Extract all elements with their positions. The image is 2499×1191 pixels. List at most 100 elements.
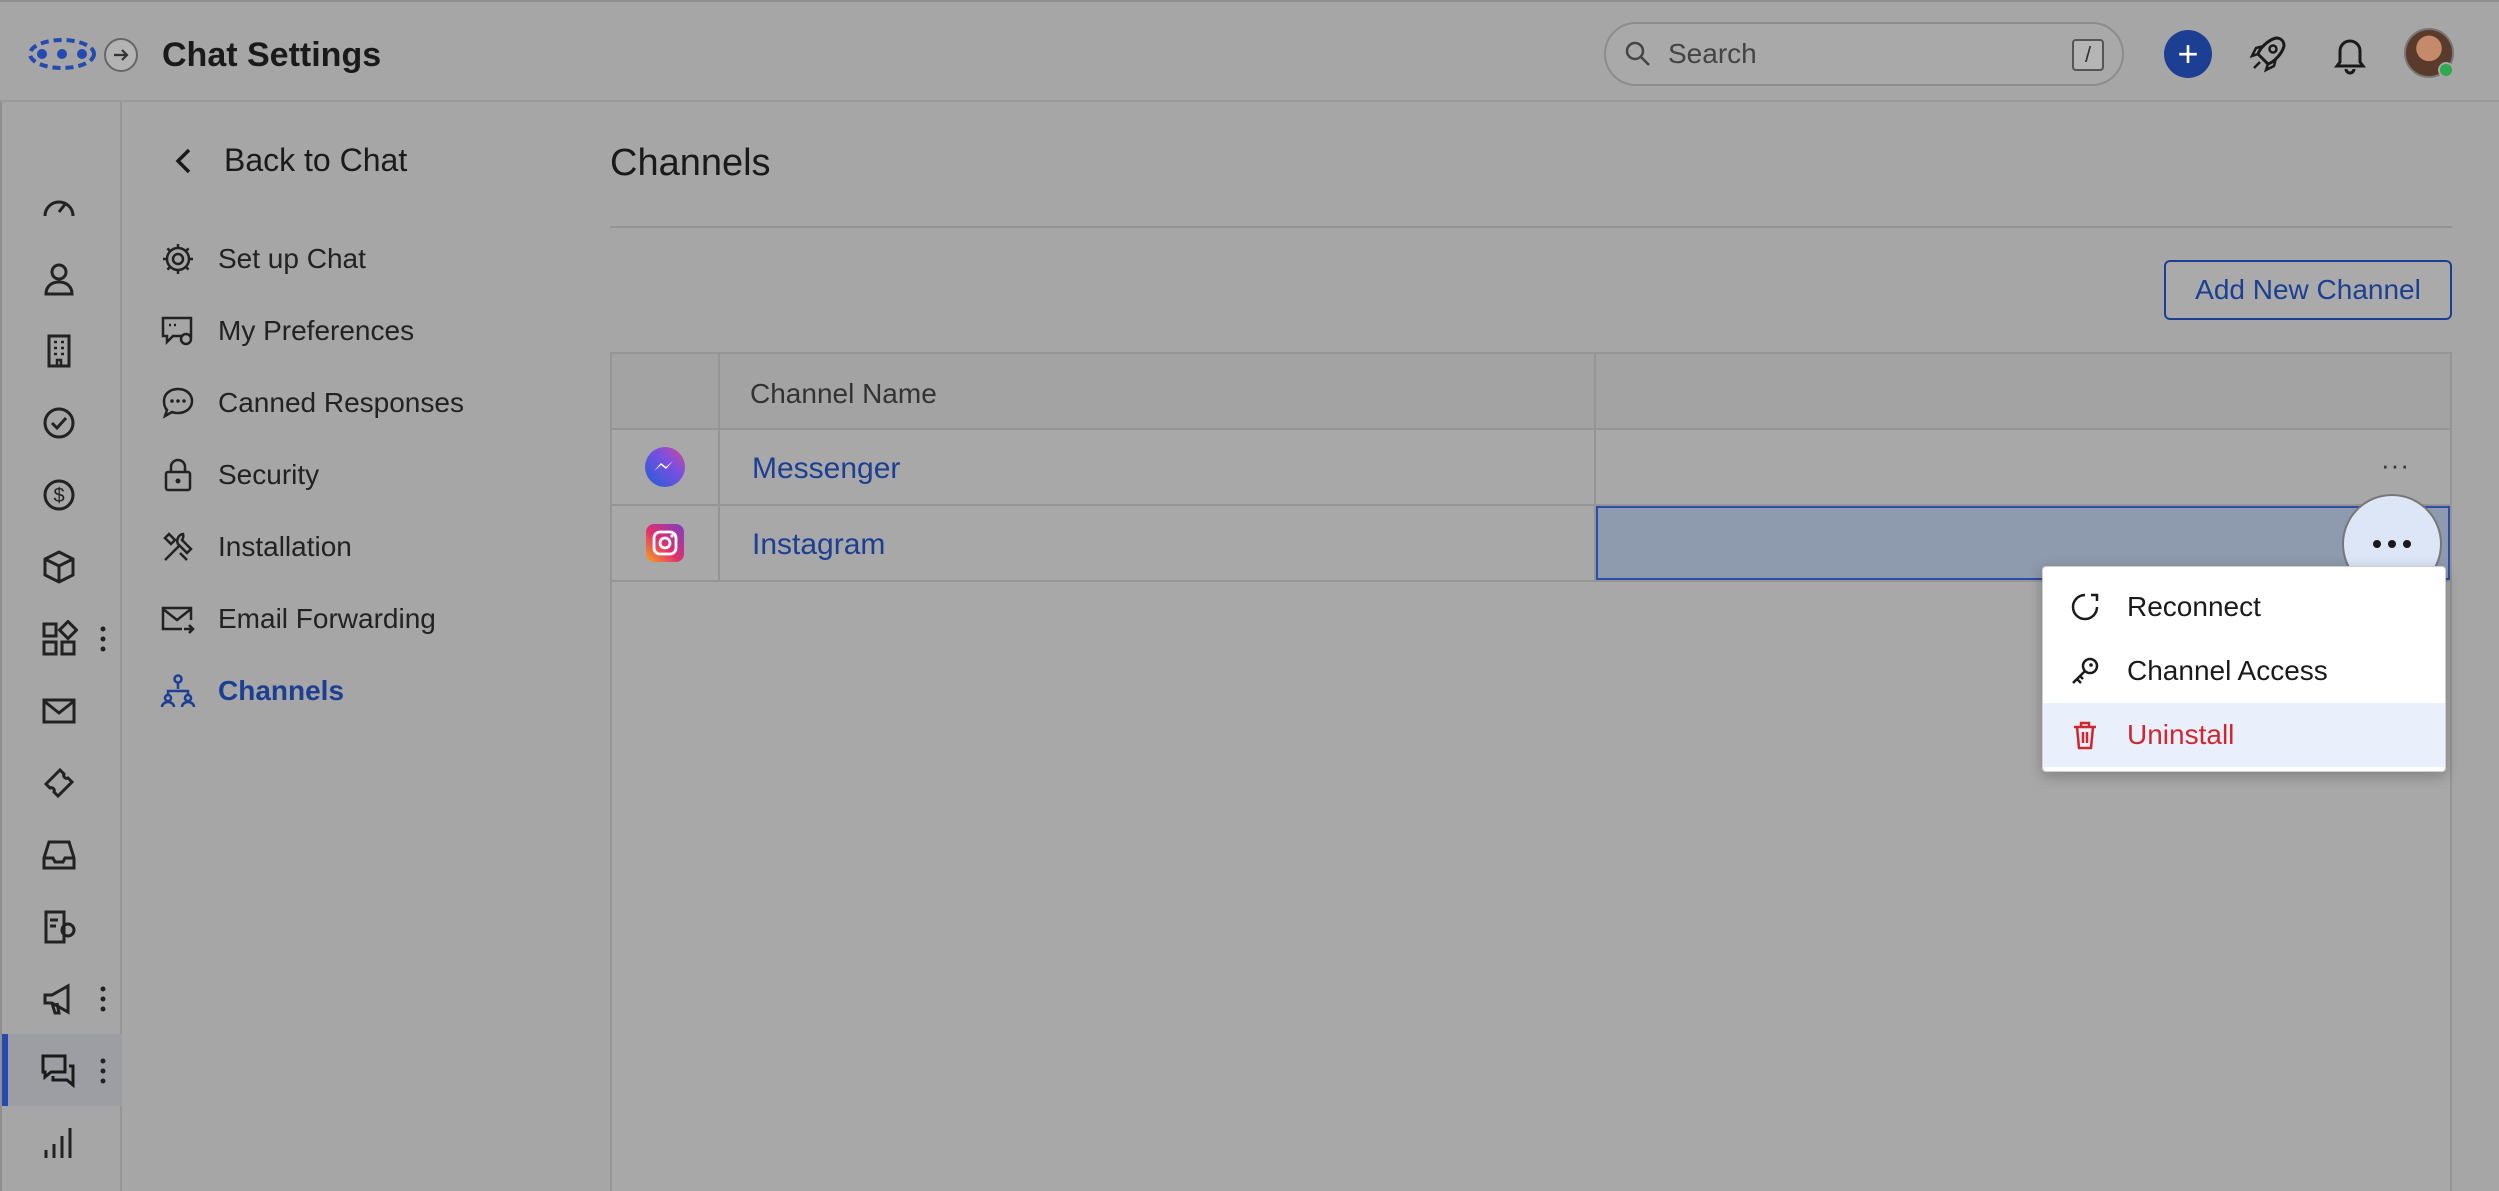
table-row[interactable]: Messenger ··· <box>612 430 2450 506</box>
table-header-actions-col <box>1596 354 2450 430</box>
dot-icon <box>2373 540 2381 548</box>
sidebar-item-label: Channels <box>218 675 345 706</box>
sidebar-item-installation[interactable]: Installation <box>160 522 352 572</box>
page-title: Chat Settings <box>162 36 382 74</box>
arrow-right-icon <box>114 49 129 61</box>
expand-sidebar-button[interactable] <box>104 38 138 72</box>
rail-dashboard[interactable] <box>2 170 122 242</box>
products-icon <box>43 550 75 584</box>
contacts-icon <box>44 263 74 296</box>
title-divider <box>610 226 2452 228</box>
mail-forward-icon <box>161 606 195 634</box>
back-to-chat-link[interactable]: Back to Chat <box>170 142 407 179</box>
sidebar-item-label: Installation <box>218 531 352 562</box>
instagram-icon <box>646 524 684 562</box>
channel-name-cell: Messenger <box>720 430 1596 504</box>
create-button[interactable]: + <box>2164 30 2212 78</box>
key-icon <box>2072 657 2099 684</box>
rail-products[interactable] <box>2 530 122 602</box>
sidebar-item-canned-responses[interactable]: Canned Responses <box>160 378 464 428</box>
menu-item-reconnect[interactable]: Reconnect <box>2043 575 2445 639</box>
channels-icon <box>160 674 196 708</box>
menu-item-label: Uninstall <box>2127 719 2235 750</box>
sidebar-item-security[interactable]: Security <box>160 450 319 500</box>
menu-item-channel-access[interactable]: Channel Access <box>2043 639 2445 703</box>
gear-icon <box>163 244 193 274</box>
rail-tickets[interactable] <box>2 746 122 818</box>
sidebar-item-label: Canned Responses <box>218 387 464 418</box>
section-title: Channels <box>610 142 771 184</box>
reconnect-icon <box>2071 593 2099 621</box>
rail-campaigns[interactable] <box>2 962 122 1034</box>
search-box[interactable]: / <box>1604 22 2124 86</box>
rail-reports[interactable] <box>2 1106 122 1178</box>
notifications-bell-icon[interactable] <box>2328 32 2372 76</box>
rail-email[interactable] <box>2 674 122 746</box>
rail-tasks[interactable] <box>2 386 122 458</box>
rail-deals[interactable]: $ <box>2 458 122 530</box>
column-header-label: Channel Name <box>750 378 937 409</box>
table-header-icon-col <box>612 354 720 430</box>
search-shortcut-badge: / <box>2072 39 2104 71</box>
top-bar: Chat Settings / + <box>0 0 2499 102</box>
channel-name-cell: Instagram <box>720 506 1596 580</box>
companies-icon <box>47 334 71 368</box>
settings-sidebar: Back to Chat Set up Chat My Preferences … <box>124 102 604 1191</box>
sidebar-item-label: My Preferences <box>218 315 415 346</box>
kebab-menu-icon[interactable] <box>98 1056 108 1086</box>
deals-icon: $ <box>43 479 75 511</box>
rail-chat[interactable] <box>2 1034 122 1106</box>
tickets-icon <box>43 767 75 799</box>
sidebar-item-my-preferences[interactable]: My Preferences <box>160 306 414 356</box>
sidebar-item-label: Security <box>218 459 320 490</box>
user-avatar[interactable] <box>2404 28 2454 78</box>
rail-more[interactable] <box>2 1178 122 1191</box>
apps-icon <box>42 620 78 656</box>
rail-apps[interactable] <box>2 602 122 674</box>
svg-text:$: $ <box>53 485 64 507</box>
app-nav-rail: $ <box>0 102 122 1191</box>
add-new-channel-button[interactable]: Add New Channel <box>2164 260 2452 320</box>
messenger-icon <box>645 447 685 487</box>
channel-actions-menu: Reconnect Channel Access Uninstall <box>2042 566 2446 772</box>
kebab-menu-icon[interactable] <box>98 624 108 654</box>
sidebar-item-label: Email Forwarding <box>218 603 436 634</box>
kebab-menu-icon[interactable] <box>98 984 108 1014</box>
dashboard-icon <box>43 200 75 217</box>
rail-sequences[interactable] <box>2 890 122 962</box>
rail-contacts[interactable] <box>2 242 122 314</box>
chevron-left-icon <box>175 148 191 173</box>
chat-icon <box>41 1054 75 1089</box>
sidebar-item-setup-chat[interactable]: Set up Chat <box>160 234 366 284</box>
megaphone-icon <box>43 983 70 1015</box>
tasks-icon <box>43 407 75 439</box>
rail-companies[interactable] <box>2 314 122 386</box>
rocket-icon[interactable] <box>2246 32 2290 76</box>
sequences-icon <box>44 910 76 944</box>
app-logo-icon[interactable] <box>28 36 96 72</box>
chat-settings-icon <box>161 316 193 346</box>
channel-actions-cell: ··· <box>1596 430 2450 504</box>
email-icon <box>42 698 76 724</box>
inbox-icon <box>42 840 76 870</box>
channel-name-link[interactable]: Instagram <box>752 528 885 562</box>
row-more-actions-button[interactable]: ··· <box>2381 450 2410 481</box>
online-status-dot <box>2438 62 2454 78</box>
back-label: Back to Chat <box>224 142 408 178</box>
menu-item-label: Reconnect <box>2127 591 2261 622</box>
trash-icon <box>2074 721 2096 750</box>
channel-icon-cell <box>612 430 720 504</box>
dot-icon <box>2403 540 2411 548</box>
channel-icon-cell <box>612 506 720 580</box>
chat-bubble-icon <box>162 387 194 419</box>
tools-icon <box>163 532 193 561</box>
search-input[interactable] <box>1668 38 2048 70</box>
search-icon <box>1625 41 1650 66</box>
rail-inbox[interactable] <box>2 818 122 890</box>
table-header-channel-name[interactable]: Channel Name <box>720 354 1596 430</box>
channel-name-link[interactable]: Messenger <box>752 452 900 486</box>
sidebar-item-channels[interactable]: Channels <box>160 666 344 716</box>
menu-item-uninstall[interactable]: Uninstall <box>2043 703 2445 767</box>
dot-icon <box>2388 540 2396 548</box>
sidebar-item-email-forwarding[interactable]: Email Forwarding <box>160 594 436 644</box>
